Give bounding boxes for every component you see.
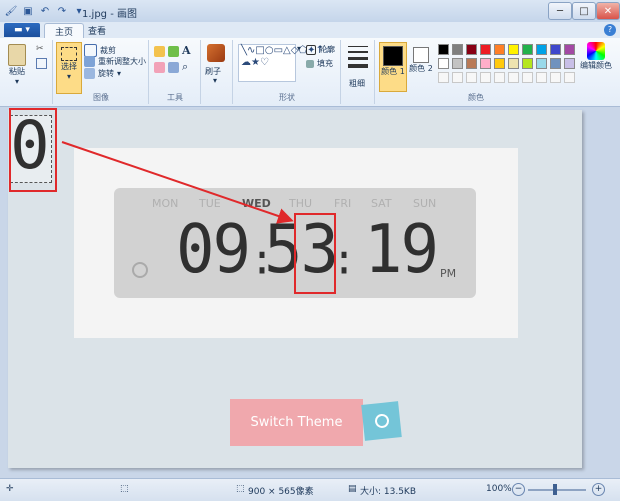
- zoom-slider-thumb[interactable]: [553, 484, 557, 495]
- image-dimensions: 900 × 565像素: [248, 487, 314, 497]
- zoom-in-button[interactable]: +: [592, 483, 605, 496]
- image-dimensions-icon: ⬚: [236, 484, 245, 494]
- zoom-out-button[interactable]: −: [512, 483, 525, 496]
- cursor-position-icon: ✛: [6, 484, 14, 494]
- selection-size-icon: ⬚: [120, 484, 129, 494]
- zoom-level: 100%: [486, 484, 512, 494]
- zoom-slider[interactable]: [528, 489, 586, 491]
- file-size-icon: ▤: [348, 484, 357, 494]
- file-size: 大小: 13.5KB: [360, 487, 417, 497]
- annotation-arrow: [61, 141, 294, 224]
- status-bar: ✛ ⬚ ⬚ 900 × 565像素 ▤ 大小: 13.5KB 100% − +: [0, 478, 620, 501]
